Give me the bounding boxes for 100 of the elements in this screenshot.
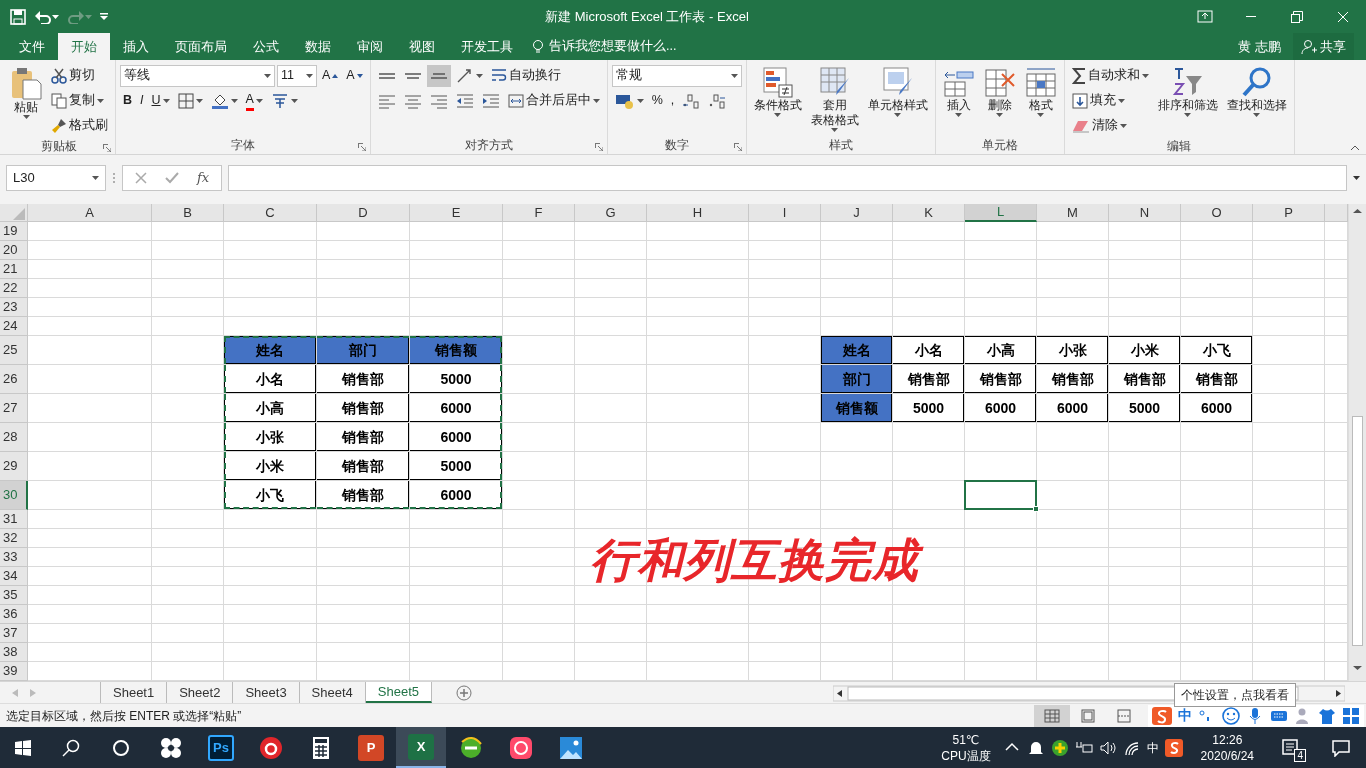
column-header[interactable]: D xyxy=(317,204,410,222)
view-button[interactable] xyxy=(1034,704,1070,727)
column-header[interactable]: C xyxy=(224,204,317,222)
ime-toolbar[interactable]: 中 xyxy=(1148,704,1364,727)
dropdown-field[interactable]: 等线 xyxy=(120,64,275,87)
ribbon-button[interactable]: 自动换行 xyxy=(487,64,564,87)
ribbon-button[interactable]: 排序和筛选 xyxy=(1154,64,1221,137)
column-header[interactable]: A xyxy=(28,204,152,222)
dialog-launcher-icon[interactable] xyxy=(733,143,742,151)
dialog-launcher-icon[interactable] xyxy=(357,143,366,151)
ribbon-button[interactable]: 套用 表格格式 xyxy=(807,64,862,136)
column-header[interactable]: N xyxy=(1109,204,1181,222)
sogou-logo-icon[interactable] xyxy=(1164,738,1183,757)
column-header[interactable]: B xyxy=(152,204,224,222)
row-header[interactable]: 37 xyxy=(0,624,28,643)
row-header[interactable]: 34 xyxy=(0,567,28,586)
ribbon-button[interactable]: I xyxy=(137,89,147,112)
column-header[interactable]: H xyxy=(647,204,749,222)
input-mode-text[interactable]: 中 xyxy=(1146,738,1159,757)
shirt-icon[interactable] xyxy=(1318,706,1336,725)
dialog-launcher-icon[interactable] xyxy=(594,143,603,151)
ribbon-button[interactable]: 自动求和 xyxy=(1068,64,1152,87)
row-header[interactable]: 19 xyxy=(0,222,28,241)
row-header[interactable]: 23 xyxy=(0,298,28,317)
ribbon-button[interactable]: A xyxy=(242,89,266,112)
row-header[interactable]: 22 xyxy=(0,279,28,298)
name-box[interactable]: L30 xyxy=(6,165,106,191)
column-header[interactable]: K xyxy=(893,204,965,222)
column-header[interactable]: O xyxy=(1181,204,1253,222)
ribbon-tab[interactable]: 公式 xyxy=(240,33,292,60)
row-header[interactable]: 20 xyxy=(0,241,28,260)
ribbon-tab[interactable]: 页面布局 xyxy=(162,33,240,60)
row-header[interactable]: 30 xyxy=(0,481,28,510)
column-header[interactable]: J xyxy=(821,204,893,222)
ribbon-button[interactable]: 复制 xyxy=(48,89,107,112)
row-header[interactable]: 27 xyxy=(0,394,28,423)
ribbon-button[interactable]: A xyxy=(343,64,366,87)
row-header[interactable]: 33 xyxy=(0,548,28,567)
row-header[interactable]: 26 xyxy=(0,365,28,394)
grid-icon[interactable] xyxy=(1342,706,1360,725)
dropdown-field[interactable]: 常规 xyxy=(611,64,742,87)
ribbon-button[interactable]: 格式刷 xyxy=(48,114,111,137)
row-header[interactable]: 25 xyxy=(0,336,28,365)
smiley-icon[interactable] xyxy=(1222,706,1240,725)
clock-date[interactable]: 2020/6/24 xyxy=(1200,747,1254,764)
ribbon-button[interactable]: 删除 xyxy=(980,64,1019,136)
column-header[interactable]: E xyxy=(410,204,503,222)
ribbon-tab[interactable]: 视图 xyxy=(396,33,448,60)
row-header[interactable]: 35 xyxy=(0,586,28,605)
column-header[interactable]: I xyxy=(749,204,821,222)
ribbon-tab[interactable]: 插入 xyxy=(110,33,162,60)
taskbar-button[interactable]: Ps xyxy=(196,727,246,768)
collapse-ribbon-icon[interactable] xyxy=(1350,145,1360,151)
ribbon-button[interactable]: 查找和选择 xyxy=(1223,64,1290,137)
active-cell[interactable] xyxy=(964,480,1037,510)
dropdown-field[interactable]: 11 xyxy=(277,64,317,87)
ribbon-button[interactable]: 粘贴 xyxy=(7,64,45,137)
row-header[interactable]: 21 xyxy=(0,260,28,279)
column-header[interactable]: M xyxy=(1037,204,1109,222)
row-header[interactable]: 36 xyxy=(0,605,28,624)
enter-button[interactable] xyxy=(165,172,179,184)
column-header[interactable]: P xyxy=(1253,204,1325,222)
row-header[interactable]: 28 xyxy=(0,423,28,452)
tell-me-field[interactable]: 告诉我您想要做什么... xyxy=(532,33,687,60)
taskbar-button[interactable]: P xyxy=(346,727,396,768)
toolbar-button[interactable] xyxy=(426,64,451,87)
ribbon-button[interactable]: 单元格样式 xyxy=(864,64,931,136)
ribbon-tab[interactable]: 开始 xyxy=(58,33,110,60)
clock-time[interactable]: 12:26 xyxy=(1212,731,1243,748)
ribbon-tab[interactable]: 开发工具 xyxy=(448,33,526,60)
cancel-button[interactable] xyxy=(135,172,147,184)
ribbon-button[interactable]: % xyxy=(648,89,666,112)
sheet-tab[interactable]: Sheet5 xyxy=(365,682,432,703)
ribbon-button[interactable]: U xyxy=(148,89,173,112)
row-header[interactable]: 29 xyxy=(0,452,28,481)
row-header[interactable]: 38 xyxy=(0,643,28,662)
column-header[interactable]: G xyxy=(575,204,647,222)
ribbon-button[interactable]: B xyxy=(120,89,136,112)
ribbon-button[interactable]: 合并后居中 xyxy=(504,89,603,112)
ribbon-button[interactable]: 插入 xyxy=(939,64,978,136)
vertical-scrollbar[interactable] xyxy=(1348,204,1366,681)
ribbon-tab[interactable]: 数据 xyxy=(292,33,344,60)
row-header[interactable]: 31 xyxy=(0,510,28,529)
notifications-button[interactable]: 4 xyxy=(1266,727,1316,768)
input-mode-text[interactable]: 中 xyxy=(1178,705,1192,726)
row-header[interactable]: 32 xyxy=(0,529,28,548)
taskbar-button[interactable]: X xyxy=(396,727,446,768)
ribbon-button[interactable]: , xyxy=(667,89,678,112)
ribbon-button[interactable]: 剪切 xyxy=(48,64,98,87)
row-header[interactable]: 39 xyxy=(0,662,28,681)
ribbon-button[interactable]: A xyxy=(319,64,342,87)
scrollbar-thumb[interactable] xyxy=(1352,416,1363,646)
ribbon-tab[interactable]: 审阅 xyxy=(344,33,396,60)
ribbon-button[interactable]: 清除 xyxy=(1068,114,1130,137)
dialog-launcher-icon[interactable] xyxy=(103,144,111,152)
ribbon-button[interactable]: 格式 xyxy=(1021,64,1060,136)
formula-input[interactable] xyxy=(228,165,1347,191)
insert-function-button[interactable]: fx xyxy=(197,168,210,188)
row-header[interactable]: 24 xyxy=(0,317,28,336)
column-header[interactable]: F xyxy=(503,204,575,222)
